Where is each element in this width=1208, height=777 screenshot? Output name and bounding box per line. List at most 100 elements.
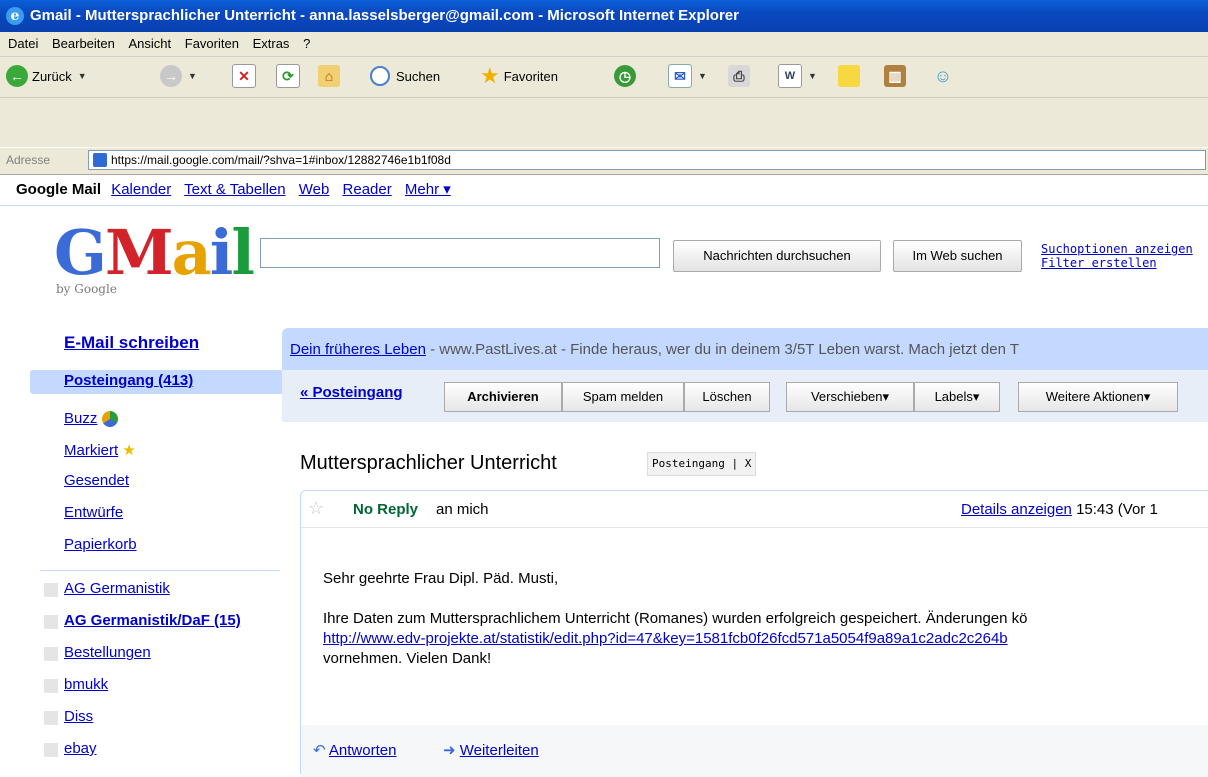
gmail-logo-mark: GMail (54, 216, 255, 289)
home-button[interactable]: ⌂ (318, 61, 340, 91)
ad-banner: Dein früheres Leben - www.PastLives.at -… (282, 328, 1208, 370)
mail-icon: ✉ (668, 64, 692, 88)
messenger-button[interactable]: ☺ (932, 61, 954, 91)
create-filter-link[interactable]: Filter erstellen (1041, 256, 1193, 270)
gbar-docs[interactable]: Text & Tabellen (184, 181, 285, 198)
dropdown-arrow-icon: ▼ (808, 71, 817, 81)
body-line: vornehmen. Vielen Dank! (323, 650, 492, 667)
sidebar-item-trash[interactable]: Papierkorb (64, 536, 137, 553)
forward-button[interactable]: ➜ Weiterleiten (443, 741, 539, 759)
window-title-bar[interactable]: e Gmail - Muttersprachlicher Unterricht … (0, 0, 1208, 32)
stop-button[interactable]: ✕ (232, 61, 256, 91)
sender-name[interactable]: No Reply (353, 501, 418, 518)
gbar-more[interactable]: Mehr ▾ (405, 181, 451, 198)
ie-icon: e (6, 7, 24, 25)
history-button[interactable]: ◷ (614, 61, 636, 91)
label-ag-germanistik[interactable]: AG Germanistik (64, 580, 170, 597)
gbar-reader[interactable]: Reader (343, 181, 392, 198)
search-options-link[interactable]: Suchoptionen anzeigen (1041, 242, 1193, 256)
delete-button[interactable]: Löschen (684, 382, 770, 412)
label-color-swatch (44, 647, 58, 661)
message-subject: Muttersprachlicher Unterricht (300, 452, 557, 474)
ad-link[interactable]: Dein früheres Leben (290, 341, 426, 358)
compose-button[interactable]: E-Mail schreiben (64, 333, 199, 353)
back-to-inbox-link[interactable]: « Posteingang (300, 384, 403, 401)
reply-bar: ↶ Antworten ➜ Weiterleiten (301, 725, 1208, 777)
menu-help[interactable]: ? (303, 36, 310, 51)
label-color-swatch (44, 711, 58, 725)
label-bestellungen[interactable]: Bestellungen (64, 644, 151, 661)
labels-button[interactable]: Labels▾ (914, 382, 1000, 412)
refresh-button[interactable]: ⟳ (276, 61, 300, 91)
reply-button[interactable]: ↶ Antworten (313, 741, 396, 759)
search-web-button[interactable]: Im Web suchen (893, 240, 1022, 272)
search-mail-button[interactable]: Nachrichten durchsuchen (673, 240, 881, 272)
search-label: Suchen (396, 68, 441, 84)
menu-favoriten[interactable]: Favoriten (185, 36, 239, 51)
message-meta: Details anzeigen 15:43 (Vor 1 (961, 501, 1158, 518)
address-url: https://mail.google.com/mail/?shva=1#inb… (111, 153, 451, 167)
menu-ansicht[interactable]: Ansicht (129, 36, 172, 51)
label-bmukk[interactable]: bmukk (64, 676, 108, 693)
forward-label: Weiterleiten (459, 742, 539, 759)
forward-arrow-icon: → (160, 65, 182, 87)
gbar-web[interactable]: Web (299, 181, 330, 198)
label-ebay[interactable]: ebay (64, 740, 97, 757)
action-bar: « Posteingang Archivieren Spam melden Lö… (282, 370, 1208, 422)
address-bar: Adresse https://mail.google.com/mail/?sh… (0, 147, 1208, 175)
address-label: Adresse (6, 153, 51, 167)
search-options: Suchoptionen anzeigen Filter erstellen (1041, 242, 1193, 270)
research-button[interactable]: ▥ (884, 61, 906, 91)
message-time: 15:43 (Vor 1 (1071, 501, 1158, 518)
buzz-icon (101, 411, 118, 428)
sidebar-item-starred[interactable]: Markiert ★ (64, 441, 136, 459)
more-actions-button[interactable]: Weitere Aktionen▾ (1018, 382, 1178, 412)
back-button[interactable]: ← Zurück ▼ (6, 61, 87, 91)
notes-button[interactable] (838, 61, 860, 91)
search-button[interactable]: Suchen (370, 61, 440, 91)
star-icon: ★ (480, 63, 500, 88)
gbar-current: Google Mail (16, 181, 102, 198)
dropdown-arrow-icon: ▼ (77, 71, 87, 81)
show-details-link[interactable]: Details anzeigen (961, 501, 1072, 518)
message-header[interactable]: ☆ No Reply an mich Details anzeigen 15:4… (301, 491, 1208, 528)
forward-button[interactable]: → ▼ (160, 61, 197, 91)
sidebar-item-buzz[interactable]: Buzz (64, 410, 118, 428)
sidebar-item-drafts[interactable]: Entwürfe (64, 504, 123, 521)
print-button[interactable]: ⎙ (728, 61, 750, 91)
inbox-label-tag[interactable]: Posteingang | X (647, 452, 757, 476)
archive-button[interactable]: Archivieren (444, 382, 562, 412)
reply-arrow-icon: ↶ (313, 742, 326, 759)
edit-data-link[interactable]: http://www.edv-projekte.at/statistik/edi… (323, 629, 1028, 649)
buzz-label: Buzz (64, 410, 98, 427)
menu-bearbeiten[interactable]: Bearbeiten (52, 36, 115, 51)
recipient: an mich (436, 501, 489, 518)
body-greeting: Sehr geehrte Frau Dipl. Päd. Musti, (323, 570, 559, 587)
menu-datei[interactable]: Datei (8, 36, 38, 51)
search-input[interactable] (260, 238, 660, 268)
sidebar-item-inbox[interactable]: Posteingang (413) (30, 370, 282, 394)
starred-label: Markiert (64, 442, 119, 459)
ad-text: - www.PastLives.at - Finde heraus, wer d… (425, 341, 1020, 358)
star-icon[interactable]: ☆ (308, 498, 324, 519)
report-spam-button[interactable]: Spam melden (562, 382, 684, 412)
printer-icon: ⎙ (728, 65, 750, 87)
stop-icon: ✕ (232, 64, 256, 88)
nav-divider (40, 570, 280, 571)
mail-button[interactable]: ✉ ▼ (668, 61, 707, 91)
window-title: Gmail - Muttersprachlicher Unterricht - … (30, 7, 739, 24)
favorites-button[interactable]: ★ Favoriten (480, 61, 558, 91)
gbar-kalender[interactable]: Kalender (111, 181, 171, 198)
messenger-icon: ☺ (933, 66, 953, 86)
sidebar-item-sent[interactable]: Gesendet (64, 472, 129, 489)
refresh-icon: ⟳ (276, 64, 300, 88)
move-to-button[interactable]: Verschieben▾ (786, 382, 914, 412)
gmail-logo[interactable]: GMail by Google (54, 216, 255, 300)
label-diss[interactable]: Diss (64, 708, 93, 725)
back-label: Zurück (32, 68, 72, 84)
edit-button[interactable]: W ▼ (778, 61, 817, 91)
menu-extras[interactable]: Extras (253, 36, 290, 51)
label-ag-germanistik-daf[interactable]: AG Germanistik/DaF (15) (64, 612, 241, 629)
home-icon: ⌂ (318, 65, 340, 87)
address-input[interactable]: https://mail.google.com/mail/?shva=1#inb… (88, 150, 1206, 170)
